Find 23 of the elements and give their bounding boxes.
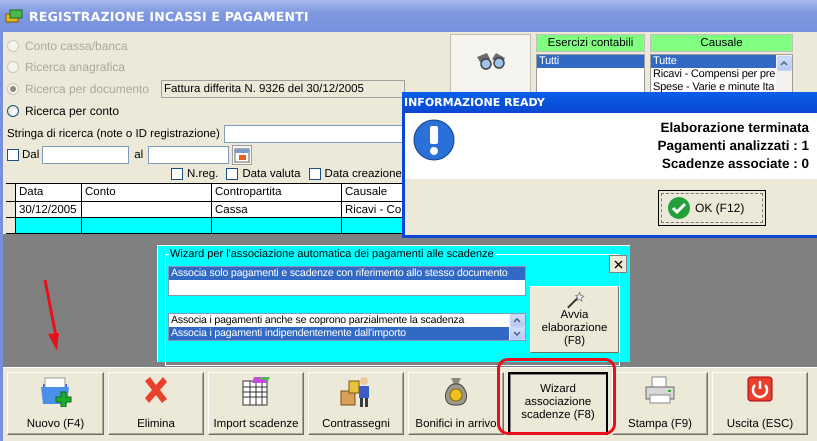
checkbox-label: Data valuta (242, 168, 301, 180)
list-header: Causale (650, 34, 793, 52)
table-cell: 30/12/2005 (16, 202, 82, 217)
radio-label: Ricerca per documento (25, 82, 150, 96)
search-label: Stringa di ricerca (note o ID registrazione) (7, 128, 220, 140)
dialog-message: Elaborazione terminata (660, 119, 809, 137)
column-header: Conto (82, 184, 212, 201)
from-label: Dal (22, 149, 40, 162)
dialog-message: Scadenze associate : 0 (662, 155, 809, 173)
dialog-message: Pagamenti analizzati : 1 (657, 137, 809, 155)
wizard-title: Wizard per l'associazione automatica dei pagamenti alle scadenze (169, 248, 495, 260)
table-cell: Cassa (212, 202, 342, 217)
to-label: al (134, 149, 144, 162)
radio-label: Conto cassa/banca (25, 38, 129, 53)
checkbox-label: N.reg. (187, 168, 218, 180)
column-header: Contropartita (212, 184, 342, 201)
dialog-title: INFORMAZIONE READY (404, 96, 545, 109)
column-header: Data (16, 184, 82, 201)
list-header: Esercizi contabili (536, 34, 645, 52)
radio-label: Ricerca anagrafica (25, 60, 126, 74)
checkbox-label: Data creazione (324, 168, 402, 180)
window-title: REGISTRAZIONE INCASSI E PAGAMENTI (29, 8, 309, 24)
radio-label: Ricerca per conto (25, 104, 120, 118)
